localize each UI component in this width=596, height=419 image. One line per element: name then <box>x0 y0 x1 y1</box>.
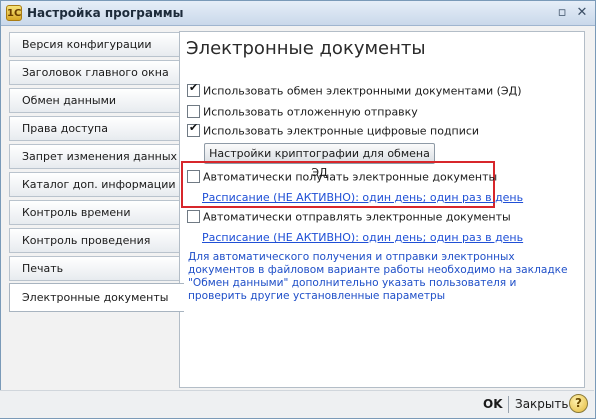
tab-posting-control[interactable]: Контроль проведения <box>9 228 180 253</box>
checkmark-icon: ✔ <box>189 120 199 134</box>
checkbox-label: Использовать электронные цифровые подпис… <box>203 124 480 138</box>
tab-info-catalog[interactable]: Каталог доп. информации <box>9 172 180 197</box>
ok-button[interactable]: OK <box>483 397 503 411</box>
use-digital-signatures-checkbox[interactable]: ✔ Использовать электронные цифровые подпи… <box>187 120 480 138</box>
command-bar <box>0 390 594 418</box>
checkbox-label: Автоматически отправлять электронные док… <box>203 210 511 224</box>
app-icon: 1С <box>6 5 22 21</box>
tab-data-exchange[interactable]: Обмен данными <box>9 88 180 113</box>
tab-time-control[interactable]: Контроль времени <box>9 200 180 225</box>
use-ed-exchange-checkbox[interactable]: ✔ Использовать обмен электронными докумен… <box>187 80 522 98</box>
checkmark-icon: ✔ <box>189 80 199 94</box>
checkbox-box[interactable] <box>187 169 200 183</box>
close-icon[interactable]: ✕ <box>574 5 590 21</box>
send-schedule-link[interactable]: Расписание (НЕ АКТИВНО): один день; один… <box>202 231 523 244</box>
checkbox-box[interactable]: ✔ <box>187 80 200 97</box>
tab-print[interactable]: Печать <box>9 256 180 281</box>
checkbox-label: Использовать обмен электронными документ… <box>203 84 522 98</box>
tab-access-rights[interactable]: Права доступа <box>9 116 180 141</box>
auto-receive-checkbox[interactable]: Автоматически получать электронные докум… <box>187 169 498 184</box>
use-deferred-send-checkbox[interactable]: Использовать отложенную отправку <box>187 104 418 119</box>
checkbox-box[interactable]: ✔ <box>187 120 200 137</box>
help-icon[interactable]: ? <box>569 394 588 413</box>
tab-main-window-title[interactable]: Заголовок главного окна <box>9 60 180 85</box>
checkbox-box[interactable] <box>187 209 200 223</box>
divider <box>508 396 509 413</box>
close-button[interactable]: Закрыть <box>515 397 568 411</box>
tab-electronic-documents[interactable]: Электронные документы <box>9 283 184 312</box>
tab-data-change-ban[interactable]: Запрет изменения данных <box>9 144 180 169</box>
title-bar[interactable]: 1С Настройка программы ▫ ✕ <box>1 1 595 26</box>
window-menu-icon[interactable]: ▫ <box>554 5 570 21</box>
auto-send-checkbox[interactable]: Автоматически отправлять электронные док… <box>187 209 511 224</box>
checkbox-box[interactable] <box>187 104 200 118</box>
page-title: Электронные документы <box>186 38 426 59</box>
checkbox-label: Автоматически получать электронные докум… <box>203 170 498 184</box>
info-note: Для автоматического получения и отправки… <box>188 251 568 302</box>
receive-schedule-link[interactable]: Расписание (НЕ АКТИВНО): один день; один… <box>202 191 523 204</box>
tab-config-version[interactable]: Версия конфигурации <box>9 32 180 57</box>
checkbox-label: Использовать отложенную отправку <box>203 105 418 119</box>
window-title: Настройка программы <box>27 6 184 20</box>
